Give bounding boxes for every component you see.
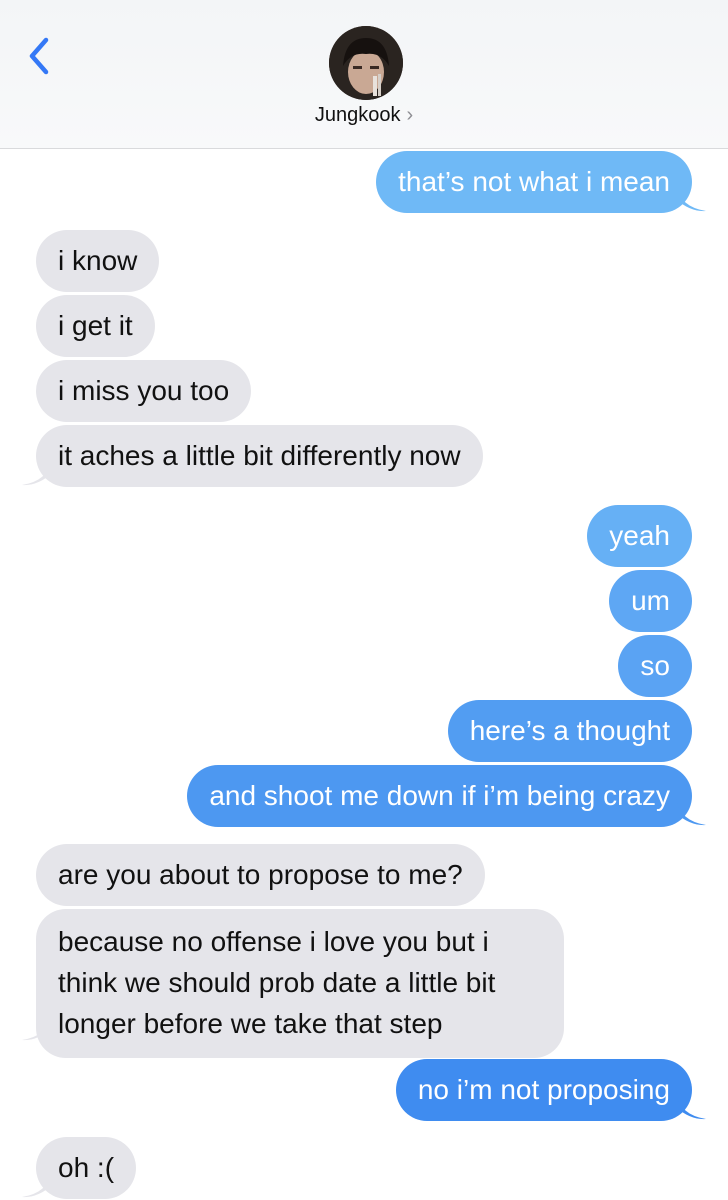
message-text: i get it — [58, 310, 133, 341]
message-text: i know — [58, 245, 138, 276]
message-text: here’s a thought — [469, 715, 670, 746]
chevron-right-icon: › — [406, 104, 414, 126]
bubble-tail-icon — [676, 185, 706, 212]
message-text: that’s not what i mean — [398, 166, 670, 197]
conversation-header: Jungkook › — [0, 0, 728, 149]
message-text: are you about to propose to me? — [58, 859, 463, 890]
sent-message-bubble[interactable]: yeah — [587, 505, 692, 567]
received-message-bubble[interactable]: it aches a little bit differently now — [36, 425, 483, 487]
bubble-tail-icon — [22, 1171, 52, 1198]
message-text: oh :( — [58, 1152, 115, 1183]
contact-avatar[interactable] — [329, 26, 403, 100]
messages-screen: Jungkook › that’s not what i mean i know … — [0, 0, 728, 1200]
message-text: yeah — [609, 520, 670, 551]
received-message-bubble[interactable]: i get it — [36, 295, 155, 357]
sent-message-bubble[interactable]: no i’m not proposing — [395, 1059, 692, 1121]
sent-message-bubble[interactable]: and shoot me down if i’m being crazy — [187, 765, 692, 827]
message-text: it aches a little bit differently now — [58, 440, 461, 471]
contact-name: Jungkook — [314, 104, 401, 126]
received-message-bubble[interactable]: i know — [36, 230, 160, 292]
message-text: no i’m not proposing — [417, 1074, 670, 1105]
bubble-tail-icon — [22, 1014, 52, 1041]
bubble-tail-icon — [22, 459, 52, 486]
sent-message-bubble[interactable]: that’s not what i mean — [376, 151, 692, 213]
received-message-bubble[interactable]: because no offense i love you but i thin… — [36, 909, 564, 1058]
contact-name-button[interactable]: Jungkook › — [0, 104, 728, 127]
sent-message-bubble[interactable]: so — [618, 635, 692, 697]
received-message-bubble[interactable]: i miss you too — [36, 360, 252, 422]
bubble-tail-icon — [676, 1093, 706, 1120]
chevron-left-icon[interactable] — [22, 34, 62, 78]
received-message-bubble[interactable]: are you about to propose to me? — [36, 844, 485, 906]
message-text: because no offense i love you but i thin… — [58, 926, 496, 1039]
message-text: and shoot me down if i’m being crazy — [209, 780, 670, 811]
bubble-tail-icon — [676, 799, 706, 826]
sent-message-bubble[interactable]: um — [609, 570, 692, 632]
sent-message-bubble[interactable]: here’s a thought — [447, 700, 692, 762]
message-text: i miss you too — [58, 375, 230, 406]
message-text: um — [631, 585, 670, 616]
message-text: so — [640, 650, 670, 681]
